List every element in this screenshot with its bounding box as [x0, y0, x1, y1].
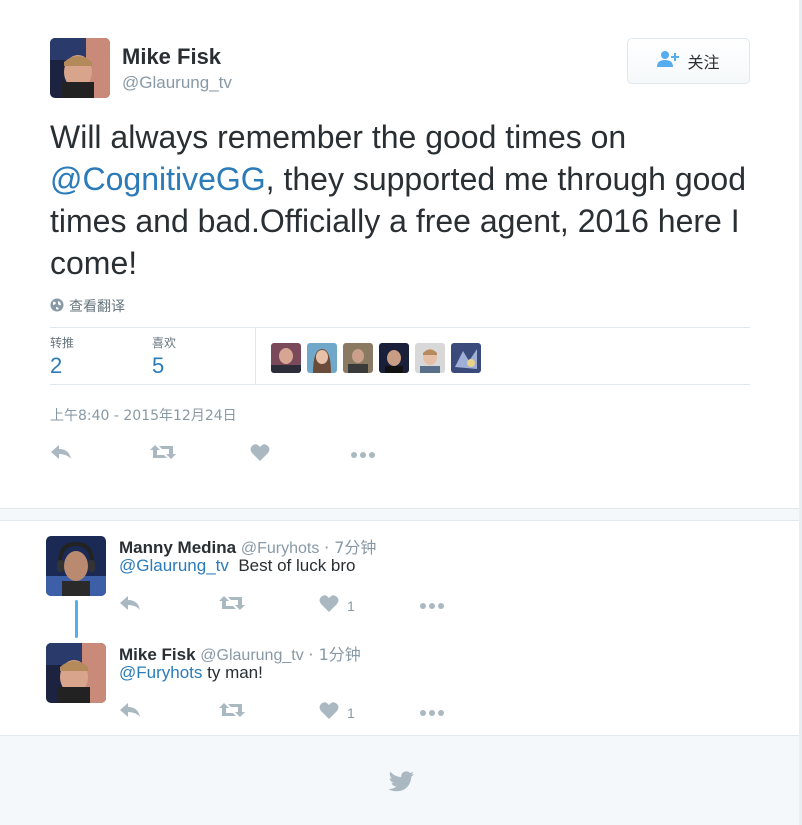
- reply-body: ty man!: [207, 663, 263, 682]
- reply-icon: [119, 702, 141, 723]
- reply-author-name[interactable]: Mike Fisk: [119, 645, 196, 664]
- reply-text: @Glaurung_tv Best of luck bro: [119, 556, 356, 576]
- reply-time[interactable]: · 7分钟: [324, 538, 376, 557]
- follow-button[interactable]: 关注: [627, 38, 750, 84]
- like-count: 1: [347, 597, 355, 614]
- twitter-bird-icon[interactable]: [388, 771, 414, 798]
- stats-divider: [255, 328, 256, 385]
- tweet-timestamp[interactable]: 上午8:40 - 2015年12月24日: [50, 405, 237, 425]
- like-button[interactable]: [250, 443, 350, 466]
- liker-avatar[interactable]: [415, 343, 445, 373]
- reply-icon: [50, 444, 72, 465]
- reply-body: Best of luck bro: [238, 556, 356, 575]
- reply-mention[interactable]: @Glaurung_tv: [119, 556, 229, 575]
- reply-button[interactable]: [50, 444, 150, 465]
- liker-avatar[interactable]: [451, 343, 481, 373]
- retweet-icon: [219, 595, 245, 616]
- reply-actions: 1: [119, 701, 445, 724]
- more-button[interactable]: [419, 597, 445, 615]
- main-tweet: Mike Fisk @Glaurung_tv 关注 Will always re…: [0, 0, 802, 508]
- tweet-actions: [50, 443, 376, 466]
- reply-button[interactable]: [119, 595, 219, 616]
- reply-text: @Furyhots ty man!: [119, 663, 263, 683]
- likers-avatars: [271, 343, 481, 373]
- tweet-stats: 转推 2 喜欢 5: [50, 327, 750, 385]
- retweets-label: 转推: [50, 336, 75, 350]
- reply-author-handle[interactable]: @Glaurung_tv: [200, 647, 303, 664]
- retweet-icon: [150, 444, 176, 465]
- globe-icon: [50, 298, 64, 315]
- more-button[interactable]: [350, 446, 376, 464]
- tweet-text-line1: Will always remember the good times on: [50, 119, 627, 155]
- reply-item: Mike Fisk @Glaurung_tv · 1分钟 @Furyhots t…: [0, 628, 802, 735]
- reply-button[interactable]: [119, 702, 219, 723]
- reply-author-name[interactable]: Manny Medina: [119, 538, 236, 557]
- author-avatar[interactable]: [50, 38, 110, 98]
- retweets-count: 2: [50, 353, 63, 378]
- more-icon: [419, 704, 445, 722]
- add-user-icon: [657, 50, 681, 73]
- tweet-mention[interactable]: @CognitiveGG: [50, 161, 266, 197]
- liker-avatar[interactable]: [271, 343, 301, 373]
- translate-label: 查看翻译: [69, 299, 125, 315]
- tweet-text: Will always remember the good times on @…: [50, 116, 770, 284]
- heart-icon: [319, 701, 339, 724]
- reply-avatar[interactable]: [46, 643, 106, 703]
- retweet-icon: [219, 702, 245, 723]
- liker-avatar[interactable]: [379, 343, 409, 373]
- follow-label: 关注: [687, 53, 720, 72]
- like-button[interactable]: 1: [319, 594, 419, 617]
- retweet-button[interactable]: [150, 444, 250, 465]
- reply-header: Manny Medina @Furyhots · 7分钟: [119, 534, 376, 558]
- reply-time[interactable]: · 1分钟: [308, 645, 360, 664]
- likes-count: 5: [152, 353, 165, 378]
- liker-avatar[interactable]: [343, 343, 373, 373]
- retweet-button[interactable]: [219, 702, 319, 723]
- heart-icon: [319, 594, 339, 617]
- retweet-stat[interactable]: 转推 2: [50, 334, 74, 379]
- translate-link[interactable]: 查看翻译: [50, 296, 125, 316]
- author-name[interactable]: Mike Fisk: [122, 44, 221, 70]
- reply-mention[interactable]: @Furyhots: [119, 663, 202, 682]
- heart-icon: [250, 443, 270, 466]
- retweet-button[interactable]: [219, 595, 319, 616]
- more-button[interactable]: [419, 704, 445, 722]
- embed-footer: [0, 735, 802, 825]
- reply-icon: [119, 595, 141, 616]
- more-icon: [419, 597, 445, 615]
- likes-stat[interactable]: 喜欢 5: [152, 334, 176, 379]
- like-count: 1: [347, 704, 355, 721]
- author-handle[interactable]: @Glaurung_tv: [122, 73, 232, 93]
- likes-label: 喜欢: [152, 336, 177, 350]
- reply-actions: 1: [119, 594, 445, 617]
- reply-item: Manny Medina @Furyhots · 7分钟 @Glaurung_t…: [0, 521, 802, 626]
- reply-author-handle[interactable]: @Furyhots: [241, 540, 319, 557]
- like-button[interactable]: 1: [319, 701, 419, 724]
- liker-avatar[interactable]: [307, 343, 337, 373]
- section-separator: [0, 508, 802, 521]
- reply-avatar[interactable]: [46, 536, 106, 596]
- reply-header: Mike Fisk @Glaurung_tv · 1分钟: [119, 641, 361, 665]
- more-icon: [350, 446, 376, 464]
